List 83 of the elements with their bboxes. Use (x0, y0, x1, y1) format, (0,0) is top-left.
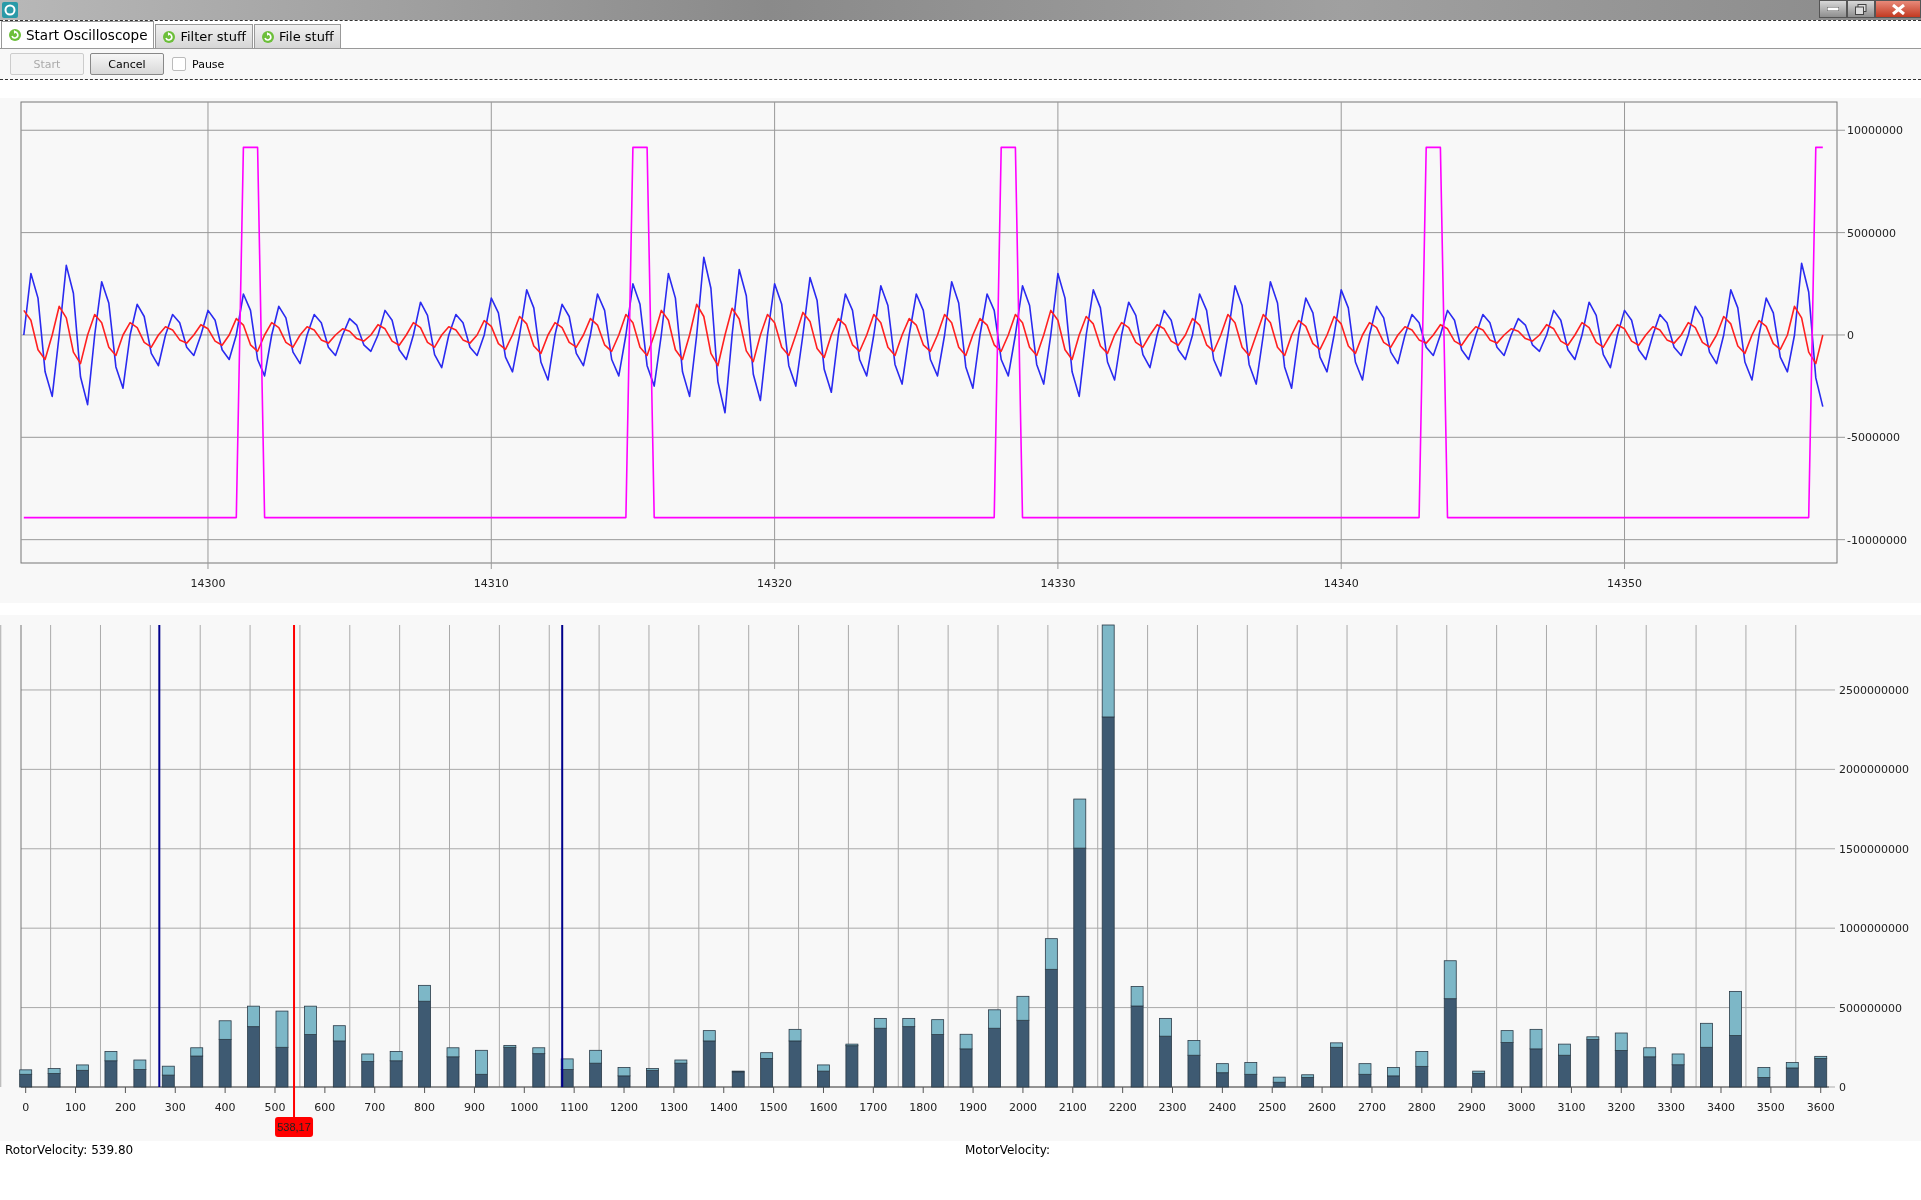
bar-segment (275, 1010, 289, 1048)
status-text: RotorVelocity: 539.80 (5, 1143, 135, 1157)
axis-label: 3100 (1557, 1101, 1586, 1114)
pause-checkbox[interactable] (172, 57, 186, 71)
axis-label: 3000 (1507, 1101, 1536, 1114)
axis-label: 2500 (1258, 1101, 1287, 1114)
marker-label: 538,17 (275, 1117, 314, 1137)
axis-label: 0 (1839, 1081, 1846, 1094)
axis-label: 1500000000 (1839, 842, 1909, 856)
axis-label: 2200 (1108, 1101, 1137, 1114)
close-button[interactable] (1875, 0, 1921, 18)
axis-label: 800 (414, 1101, 436, 1114)
axis-label: 14300 (190, 577, 226, 590)
bar-segment (617, 1067, 631, 1077)
axis-label: 1400 (709, 1101, 738, 1114)
axis-label: 2000 (1008, 1101, 1037, 1114)
circular-arrow-icon (8, 28, 22, 42)
axis-label: 2700 (1357, 1101, 1386, 1114)
axis-label: 2900 (1457, 1101, 1486, 1114)
close-icon (1891, 3, 1905, 15)
axis-label: 3200 (1607, 1101, 1636, 1114)
axis-label: 1500 (759, 1101, 788, 1114)
app-icon (2, 2, 18, 18)
axis-label: 3600 (1806, 1101, 1835, 1114)
circular-arrow-icon (162, 29, 177, 44)
axis-label: 700 (364, 1101, 386, 1114)
axis-label: 2400 (1208, 1101, 1237, 1114)
status-text: MotorVelocity: (965, 1143, 1051, 1157)
axis-label: 3500 (1756, 1101, 1785, 1114)
bar-segment (161, 1065, 175, 1076)
axis-label: 100 (65, 1101, 87, 1114)
tab[interactable]: Start Oscilloscope (1, 21, 155, 48)
axis-label: 2800 (1407, 1101, 1436, 1114)
bar-segment (1729, 991, 1742, 1036)
minimize-button[interactable] (1819, 0, 1847, 18)
toolbar-button[interactable]: Cancel (90, 53, 164, 75)
axis-label: -10000000 (1847, 533, 1907, 547)
bar-segment (1244, 1062, 1258, 1075)
bar-segment (1729, 1035, 1742, 1088)
axis-label: 0 (22, 1101, 30, 1114)
axis-label: 14340 (1323, 577, 1359, 590)
axis-label: 1200 (610, 1101, 639, 1114)
axis-label: 14350 (1607, 577, 1642, 590)
tab[interactable]: File stuff (253, 24, 341, 48)
axis-label: -5000000 (1847, 431, 1900, 445)
axis-label: 500000000 (1839, 1001, 1902, 1015)
axis-label: 900 (463, 1101, 485, 1114)
axis-label: 1900 (959, 1101, 988, 1114)
axis-label: 14330 (1040, 577, 1076, 590)
bar-segment (1387, 1067, 1400, 1077)
axis-label: 2300 (1158, 1101, 1187, 1114)
minimize-icon (1827, 7, 1839, 11)
bar-segment (1358, 1063, 1372, 1075)
axis-label: 3300 (1657, 1101, 1686, 1114)
axis-label: 5000000 (1847, 226, 1896, 240)
axis-label: 1100 (560, 1101, 589, 1114)
restore-icon (1855, 3, 1867, 15)
axis-label: 2600 (1308, 1101, 1337, 1114)
axis-label: 14320 (757, 577, 793, 590)
axis-label: 200 (114, 1101, 136, 1114)
tab[interactable]: Filter stuff (155, 24, 253, 48)
checkbox-label: Pause (192, 57, 225, 71)
axis-label: 500 (264, 1101, 286, 1114)
axis-label: 300 (164, 1101, 186, 1114)
axis-label: 3400 (1707, 1101, 1735, 1114)
bar-segment (275, 1046, 289, 1088)
axis-label: 0 (1847, 328, 1854, 342)
axis-label: 1700 (859, 1101, 888, 1114)
axis-label: 600 (314, 1101, 336, 1114)
axis-label: 2500000000 (1839, 683, 1909, 697)
axis-label: 14310 (473, 577, 509, 590)
bar-segment (1757, 1067, 1771, 1078)
axis-label: 1800 (909, 1101, 938, 1114)
axis-label: 1300 (659, 1101, 688, 1114)
axis-label: 1000 (510, 1101, 539, 1114)
axis-label: 2000000000 (1839, 763, 1909, 777)
axis-label: 1000000000 (1839, 922, 1909, 936)
axis-label: 400 (214, 1101, 236, 1114)
restore-button[interactable] (1847, 0, 1875, 18)
axis-label: 1600 (809, 1101, 838, 1114)
axis-label: 10000000 (1847, 124, 1903, 138)
bar-segment (1757, 1077, 1771, 1088)
axis-label: 2100 (1058, 1101, 1087, 1114)
